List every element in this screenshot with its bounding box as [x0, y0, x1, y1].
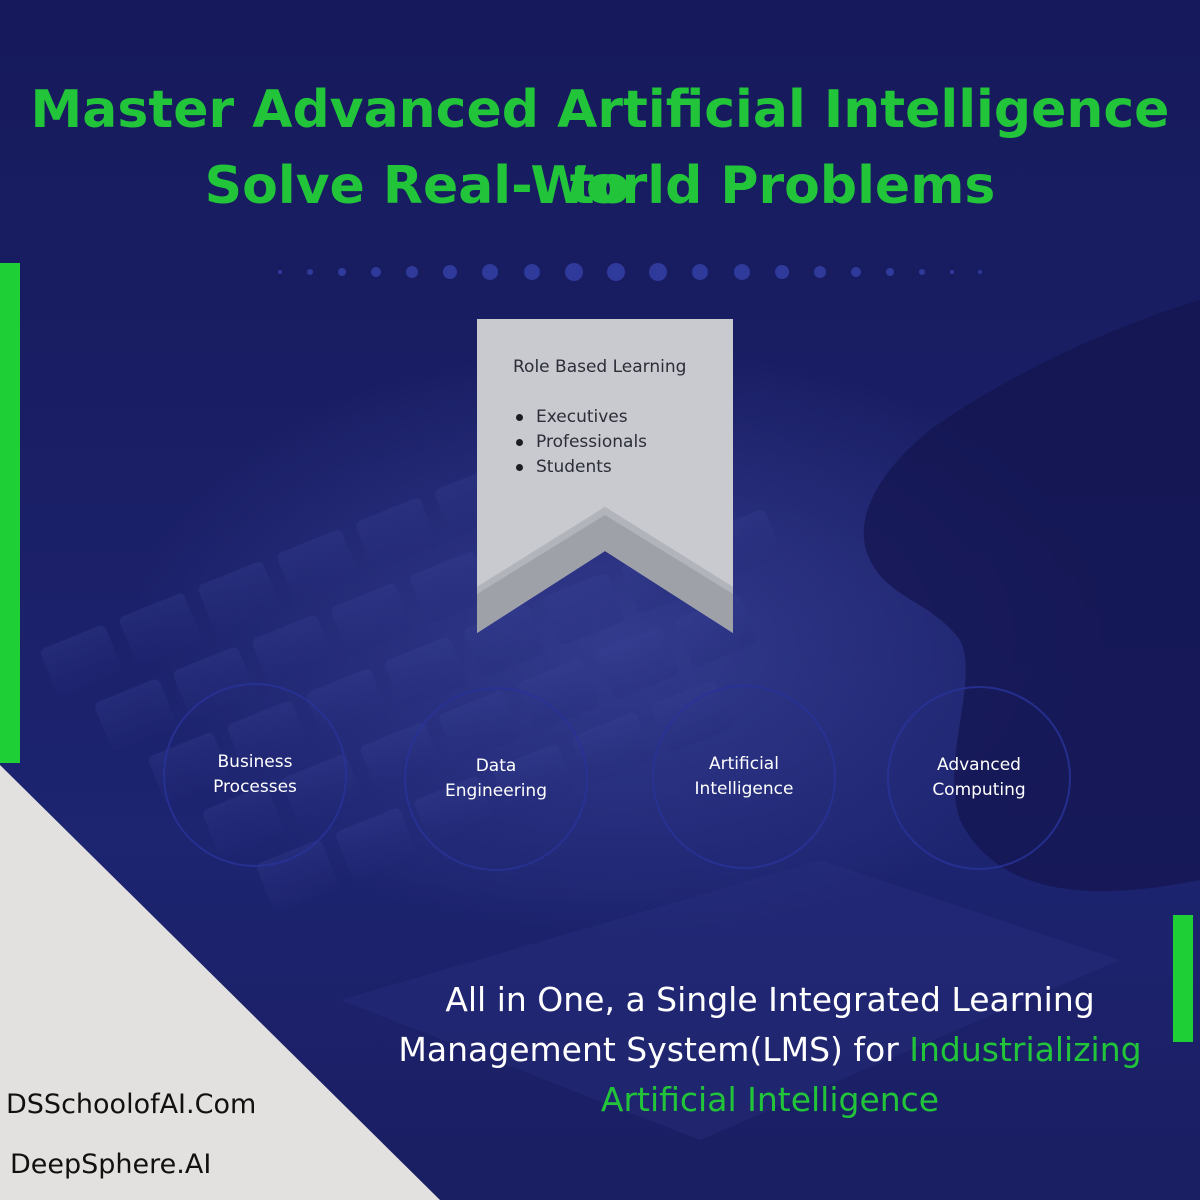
website-deepsphere: DeepSphere.AI	[10, 1149, 212, 1180]
tagline-line-2-plain: Management System(LMS) for	[398, 1030, 910, 1069]
poster: Master Advanced Artificial Intelligence …	[0, 0, 1200, 1200]
tagline-highlight-industrializing: Industrializing	[909, 1030, 1142, 1069]
tagline-line-1: All in One, a Single Integrated Learning	[445, 980, 1095, 1019]
tagline-line-2: Management System(LMS) for Industrializi…	[380, 1025, 1160, 1075]
tagline-highlight-ai: Artificial Intelligence	[600, 1080, 940, 1119]
website-dsschoolofai: DSSchoolofAI.Com	[6, 1089, 257, 1120]
tagline: All in One, a Single Integrated Learning…	[380, 975, 1160, 1125]
